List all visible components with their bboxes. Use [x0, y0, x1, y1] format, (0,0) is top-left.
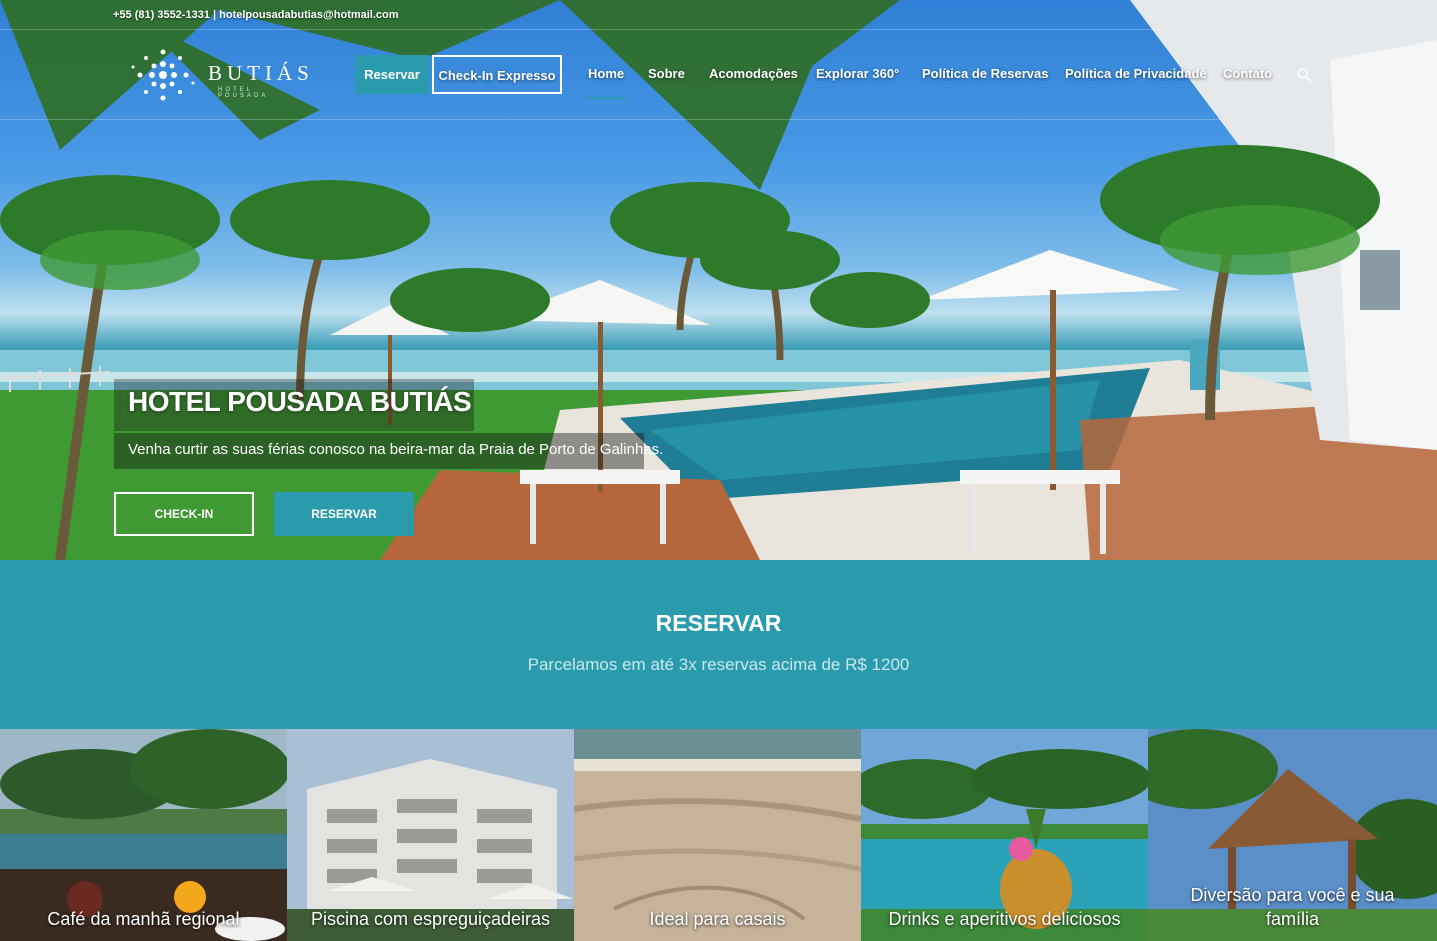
nav-item-contato[interactable]: Contato [1223, 55, 1272, 93]
hero-checkin-button[interactable]: CHECK-IN [114, 492, 254, 536]
tile-caption: Piscina com espreguiçadeiras [310, 908, 551, 929]
tile-caption: Diversão para você e sua família [1190, 885, 1395, 929]
nav-reservar-button[interactable]: Reservar [355, 55, 429, 94]
feature-tile-diversao[interactable]: Diversão para você e sua família [1148, 729, 1437, 941]
nav-item-acomodacoes[interactable]: Acomodações [709, 55, 798, 93]
hero-reservar-button[interactable]: RESERVAR [274, 492, 414, 536]
feature-tile-casais[interactable]: Ideal para casais [574, 729, 861, 941]
band-subtitle: Parcelamos em até 3x reservas acima de R… [527, 655, 910, 674]
top-contact-bar: +55 (81) 3552-1331 | hotelpousadabutias@… [0, 0, 1437, 30]
feature-tile-drinks[interactable]: Drinks e aperitivos deliciosos [861, 729, 1148, 941]
tile-caption: Ideal para casais [649, 908, 786, 929]
hero-section: +55 (81) 3552-1331 | hotelpousadabutias@… [0, 0, 1437, 560]
feature-tile-cafe[interactable]: Café da manhã regional [0, 729, 287, 941]
nav-checkin-expresso-button[interactable]: Check-In Expresso [432, 55, 562, 94]
hero-subtitle: Venha curtir as suas férias conosco na b… [128, 441, 664, 458]
nav-item-politica-privacidade[interactable]: Política de Privacidade [1065, 55, 1207, 93]
hero-title: HOTEL POUSADA BUTIÁS [128, 386, 472, 417]
feature-tiles: Café da manhã regional Piscina com espre… [0, 729, 1437, 941]
nav-item-home[interactable]: Home [584, 55, 628, 99]
feature-tile-piscina[interactable]: Piscina com espreguiçadeiras [287, 729, 574, 941]
tile-caption: Café da manhã regional [47, 908, 240, 929]
tile-caption: Drinks e aperitivos deliciosos [888, 908, 1121, 929]
nav-item-explorar-360[interactable]: Explorar 360° [816, 55, 899, 93]
band-title[interactable]: RESERVAR [0, 610, 1437, 637]
reservar-band: RESERVAR Parcelamos em até 3x reservas a… [0, 560, 1437, 729]
logo-tagline: HOTEL POUSADA [218, 87, 269, 99]
logo-mark-icon [131, 49, 195, 101]
site-logo[interactable]: BUTIÁS HOTEL POUSADA [128, 45, 309, 105]
contact-info: +55 (81) 3552-1331 | hotelpousadabutias@… [113, 9, 399, 21]
logo-name: BUTIÁS [208, 61, 314, 85]
nav-item-sobre[interactable]: Sobre [648, 55, 685, 93]
search-icon[interactable] [1296, 67, 1312, 83]
nav-item-politica-reservas[interactable]: Política de Reservas [922, 55, 1048, 93]
